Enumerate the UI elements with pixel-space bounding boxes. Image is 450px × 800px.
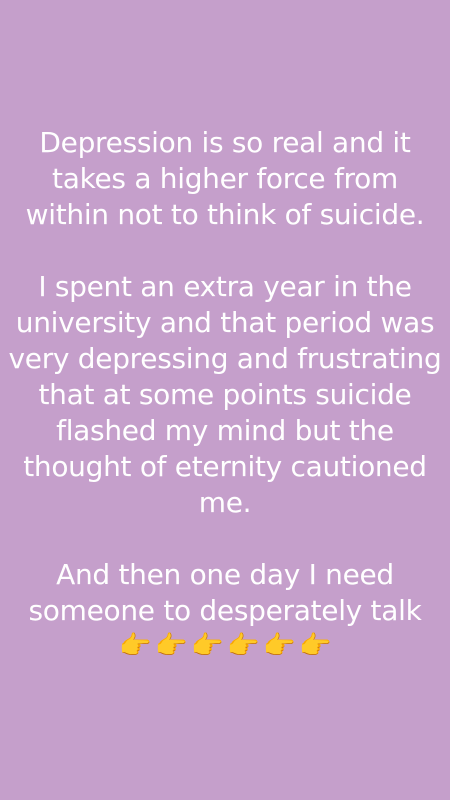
pointing-right-hand-icon: 👉 xyxy=(262,631,296,661)
story-canvas: Depression is so real and it takes a hig… xyxy=(0,0,450,800)
pointing-right-hand-icon: 👉 xyxy=(154,631,188,661)
pointing-right-hand-icon: 👉 xyxy=(226,631,260,661)
pointing-right-hand-icon: 👉 xyxy=(298,631,332,661)
pointing-right-hand-icon: 👉 xyxy=(118,631,152,661)
story-paragraph-3: And then one day I need someone to despe… xyxy=(28,558,422,627)
story-paragraph-1: Depression is so real and it takes a hig… xyxy=(25,126,425,231)
story-text: Depression is so real and it takes a hig… xyxy=(8,125,442,661)
pointing-hands-row: 👉 👉 👉 👉 👉 👉 xyxy=(8,631,442,661)
story-paragraph-2: I spent an extra year in the university … xyxy=(8,270,442,519)
pointing-right-hand-icon: 👉 xyxy=(190,631,224,661)
